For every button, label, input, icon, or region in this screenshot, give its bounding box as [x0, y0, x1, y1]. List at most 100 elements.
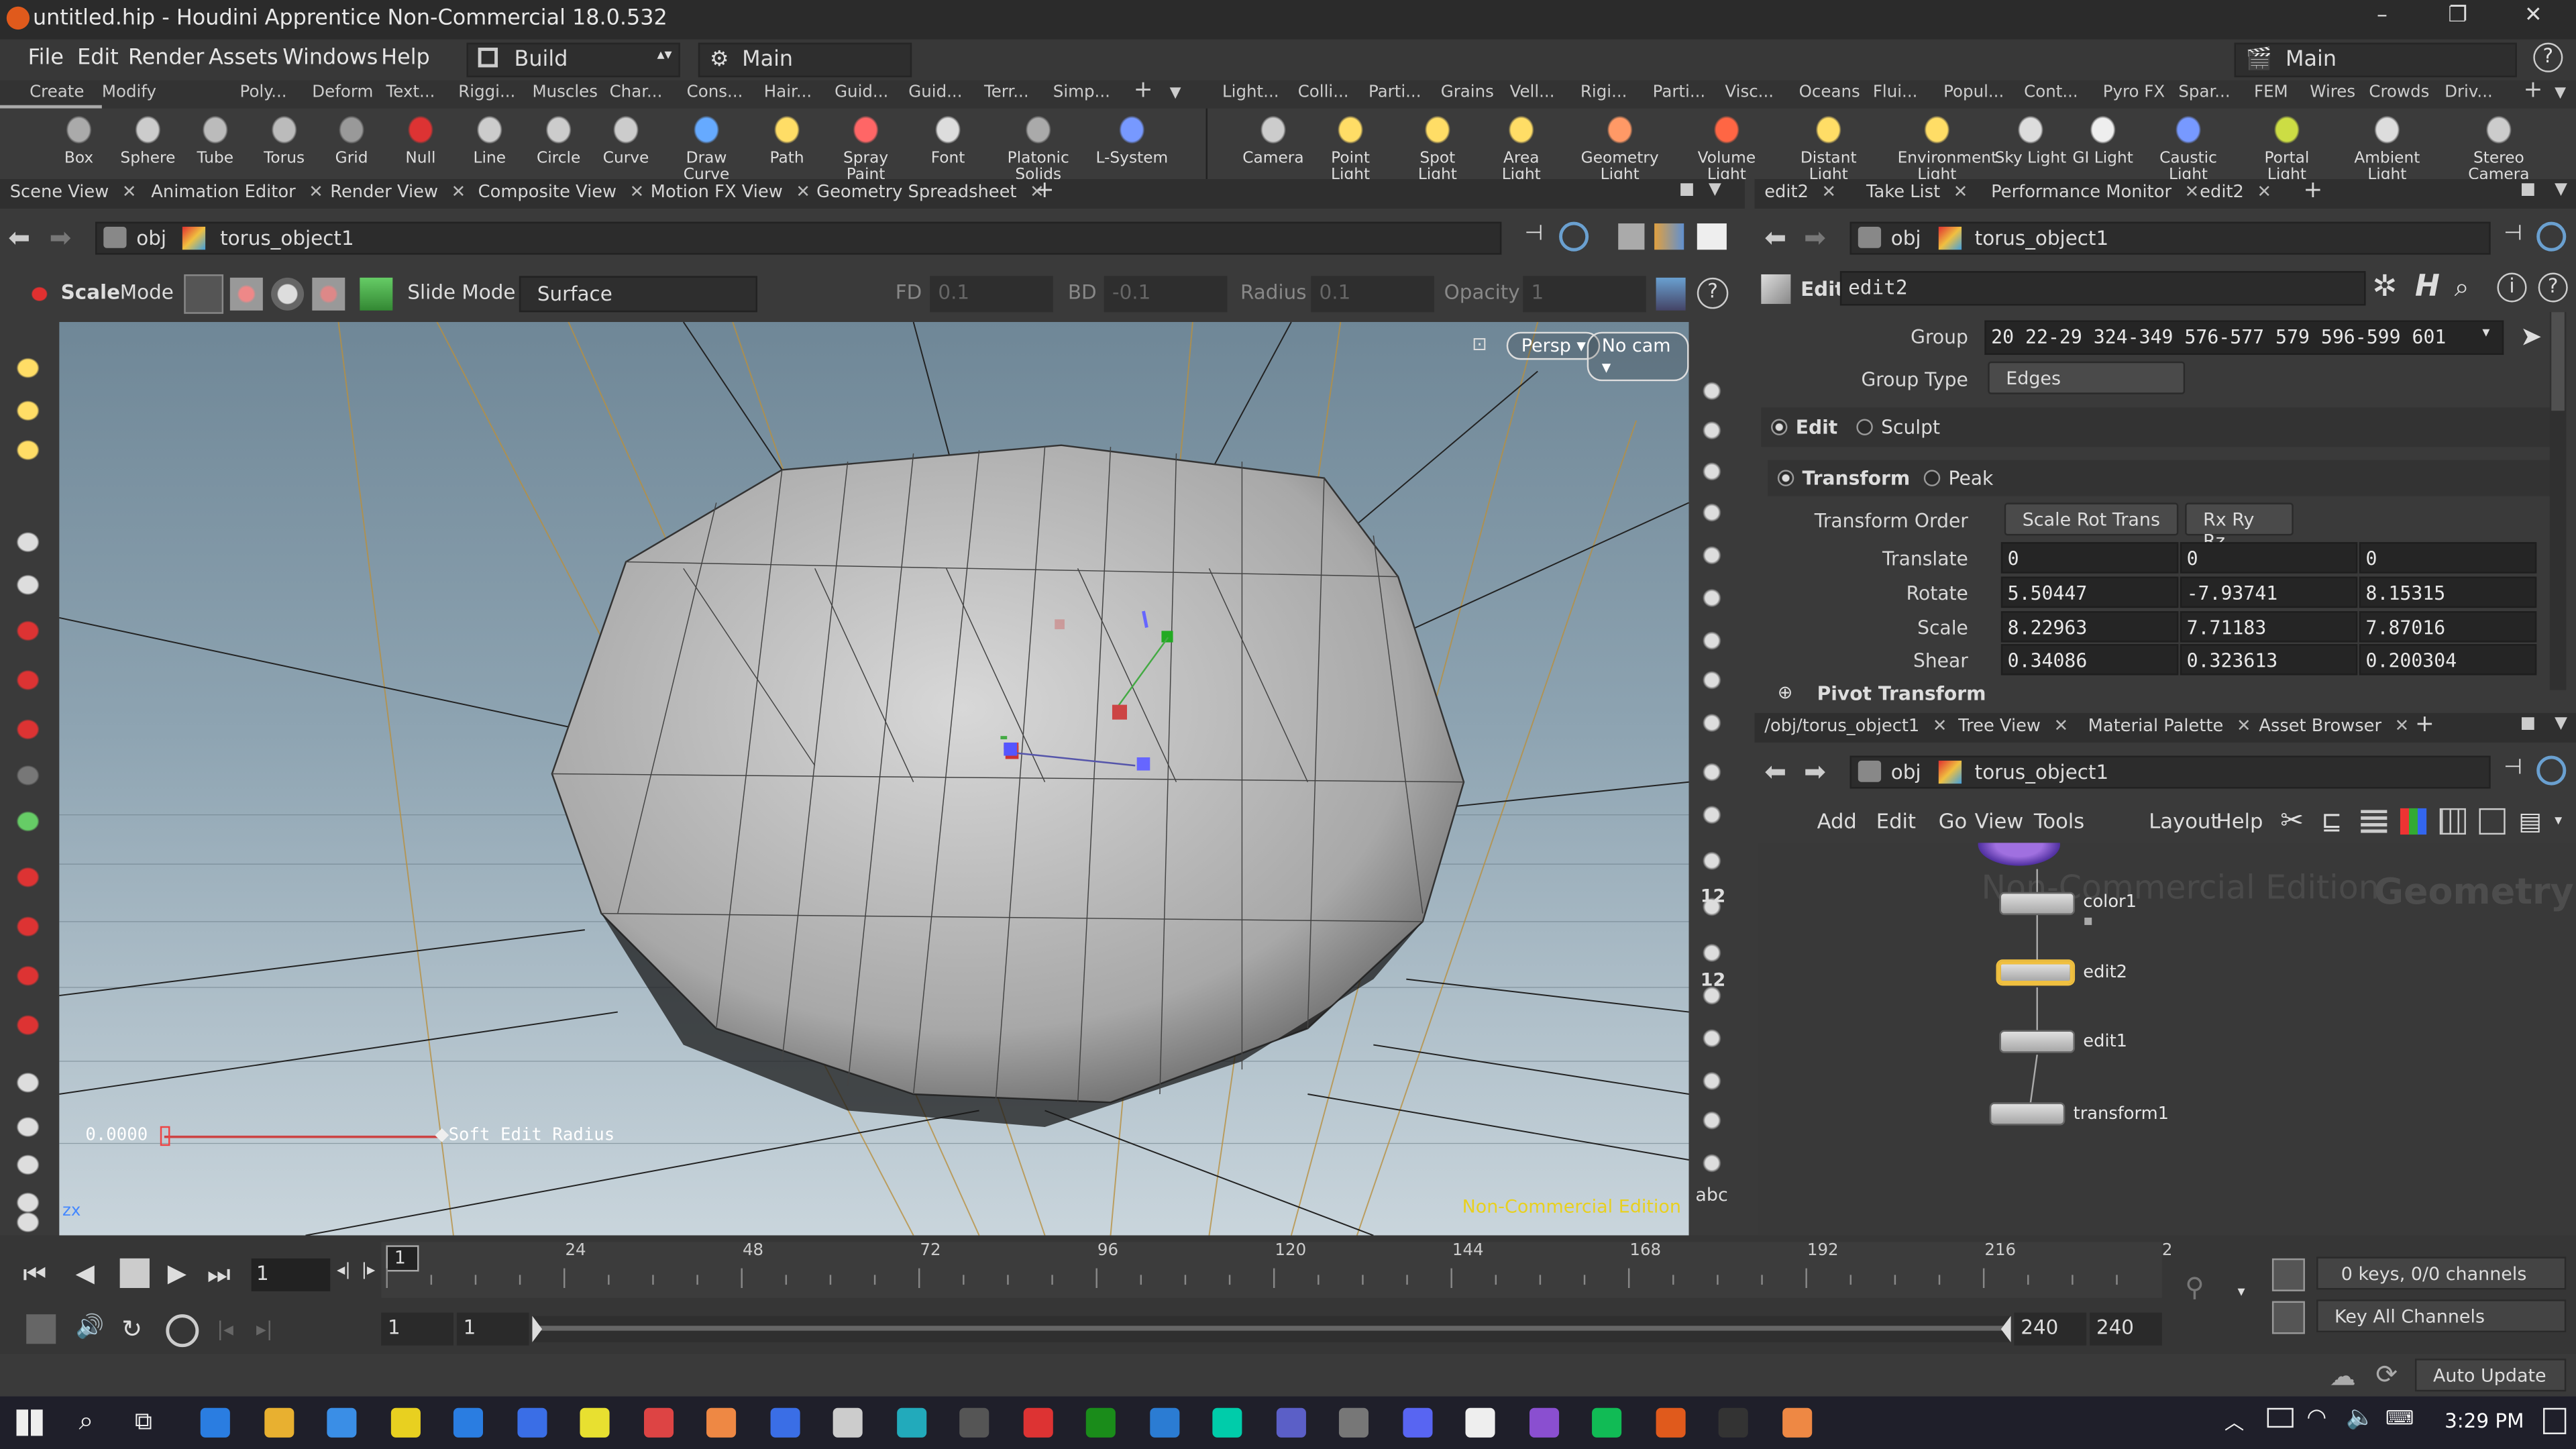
range-start-field-a[interactable]: 1: [381, 1312, 453, 1346]
shelf-tab-right-16[interactable]: Crowds: [2369, 84, 2429, 102]
pivot-transform-folder[interactable]: Pivot Transform: [1817, 682, 1986, 704]
left-tool-icon-4[interactable]: [13, 572, 43, 598]
add-tab-icon[interactable]: +: [2303, 177, 2322, 203]
network-menu-go[interactable]: Go: [1939, 808, 1967, 833]
shelf-tab-right-11[interactable]: Cont...: [2024, 84, 2078, 102]
shelf-tab-right-6[interactable]: Parti...: [1653, 84, 1706, 102]
fd-field[interactable]: 0.1: [930, 276, 1053, 313]
pane-tab-1[interactable]: Tree View ✕: [1958, 716, 2068, 736]
shelf-tool-8[interactable]: Curve: [586, 111, 665, 168]
transform-order-select[interactable]: Scale Rot Trans: [2004, 502, 2179, 536]
pane-tab-0[interactable]: Scene View ✕: [10, 182, 137, 202]
shelf-tool-0[interactable]: Box: [40, 111, 119, 168]
display-option-icon-6[interactable]: [1699, 627, 1725, 654]
close-icon[interactable]: ✕: [2257, 182, 2272, 202]
translate-x-field[interactable]: 0: [2000, 542, 2179, 574]
audio-icon[interactable]: 🔊: [76, 1314, 105, 1340]
current-frame-field[interactable]: 1: [251, 1258, 331, 1291]
maximize-button[interactable]: ❐: [2441, 3, 2474, 28]
taskbar-app-icon-1[interactable]: [264, 1407, 294, 1438]
timeline-ruler[interactable]: 1 24 48 72 96 120 144 168 192 216 2: [381, 1242, 2172, 1298]
link-icon[interactable]: [1559, 221, 1589, 252]
taskbar-app-icon-25[interactable]: [1781, 1407, 1812, 1438]
menu-render[interactable]: Render: [128, 46, 204, 71]
gear-icon[interactable]: ✲: [2372, 270, 2397, 304]
hda-icon[interactable]: H: [2415, 270, 2440, 304]
shelf-tool-5[interactable]: Null: [381, 111, 460, 168]
display-option-icon-4[interactable]: [1699, 542, 1725, 569]
shelf-tab-right-12[interactable]: Pyro FX: [2103, 84, 2165, 102]
pin-icon[interactable]: ⊣: [2504, 222, 2522, 247]
taskbar-app-icon-8[interactable]: [706, 1407, 737, 1438]
link-icon[interactable]: [2536, 221, 2567, 252]
task-view-icon[interactable]: ⧉: [135, 1406, 152, 1436]
taskbar-app-icon-7[interactable]: [643, 1407, 673, 1438]
shelf-tab-right-0[interactable]: Light...: [1222, 84, 1279, 102]
network-menu-view[interactable]: View: [1975, 808, 2024, 833]
left-tool-icon-6[interactable]: [13, 667, 43, 694]
display-option-icon-1[interactable]: [1699, 417, 1725, 444]
shelf-tool-9[interactable]: Draw Curve: [667, 111, 746, 184]
network-menu-edit[interactable]: Edit: [1876, 808, 1916, 833]
tool-settings-icon[interactable]: [1656, 277, 1686, 311]
right-set-select[interactable]: 🎬 Main: [2234, 42, 2517, 78]
info-icon[interactable]: i: [2497, 272, 2527, 303]
step-back-icon[interactable]: ◂|: [337, 1262, 351, 1280]
pane-tab-4[interactable]: Motion FX View ✕: [651, 182, 810, 202]
text-annotation-icon[interactable]: abc: [1695, 1185, 1727, 1206]
tree-icon[interactable]: ⊑: [2321, 806, 2342, 836]
volume-icon[interactable]: 🔈: [2346, 1405, 2375, 1431]
pin-icon[interactable]: ⊣: [2504, 756, 2522, 781]
display-option-icon-16[interactable]: [1699, 1067, 1725, 1095]
taskbar-app-icon-2[interactable]: [327, 1407, 357, 1438]
shelf-tool-12[interactable]: Font: [908, 111, 987, 168]
playhead[interactable]: 1: [386, 1245, 419, 1272]
close-icon[interactable]: ✕: [2054, 716, 2069, 736]
pane-tab-3[interactable]: Composite View ✕: [478, 182, 645, 202]
left-tool-icon-7[interactable]: [13, 716, 43, 743]
display-option-icon-3[interactable]: [1699, 499, 1725, 526]
display-option-icon-10[interactable]: [1699, 802, 1725, 828]
left-tool-icon-5[interactable]: [13, 617, 43, 645]
node-name-field[interactable]: edit2: [1839, 271, 2366, 306]
surface-select[interactable]: Surface: [519, 276, 757, 313]
lights-icon[interactable]: [1654, 223, 1684, 250]
taskbar-app-icon-11[interactable]: [896, 1407, 926, 1438]
close-icon[interactable]: ✕: [2237, 716, 2251, 736]
close-icon[interactable]: ✕: [2185, 182, 2200, 202]
range-end-field-b[interactable]: 240: [2090, 1312, 2162, 1346]
add-tab-icon[interactable]: +: [2415, 711, 2434, 737]
node-edit1[interactable]: [1999, 1030, 2076, 1053]
shelf-tab-right-5[interactable]: Rigi...: [1580, 84, 1627, 102]
taskbar-app-icon-22[interactable]: [1592, 1407, 1622, 1438]
forward-arrow-icon[interactable]: ➡: [49, 222, 71, 254]
display-option-icon-7[interactable]: [1699, 667, 1725, 694]
pane-tab-5[interactable]: Geometry Spreadsheet ✕: [816, 182, 1044, 202]
pane-tab-1[interactable]: Animation Editor ✕: [151, 182, 323, 202]
sub-transform-radio[interactable]: Transform: [1777, 467, 1910, 490]
list-view-icon[interactable]: [2361, 810, 2387, 833]
language-icon[interactable]: ⌨: [2385, 1406, 2414, 1429]
scale-x-field[interactable]: 8.22963: [2000, 611, 2179, 643]
taskbar-app-icon-4[interactable]: [453, 1407, 484, 1438]
close-button[interactable]: ✕: [2517, 3, 2550, 28]
tool-help-icon[interactable]: ?: [1697, 277, 1729, 309]
shelf-tab-6[interactable]: Muscles: [532, 84, 598, 102]
jump-start-icon[interactable]: ⏮: [23, 1258, 46, 1291]
close-icon[interactable]: ✕: [1953, 182, 1968, 202]
translate-z-field[interactable]: 0: [2359, 542, 2537, 574]
viewport-layout-icon[interactable]: [1618, 223, 1645, 250]
left-tool-icon-2[interactable]: [13, 437, 43, 464]
group-field[interactable]: 20 22-29 324-349 576-577 579 596-599 601: [1984, 320, 2504, 355]
slide-mode-icon[interactable]: [360, 277, 393, 311]
left-tool-icon-9[interactable]: [13, 808, 43, 835]
taskbar-app-icon-18[interactable]: [1338, 1407, 1369, 1438]
shelf-tab-3[interactable]: Deform: [312, 84, 373, 102]
right-pane-menu-icon[interactable]: ■: [2520, 180, 2536, 199]
select-arrow-icon[interactable]: ➤: [2520, 321, 2542, 352]
network-path-field[interactable]: obj torus_object1: [1849, 755, 2491, 789]
chevron-down-icon[interactable]: ▾: [2238, 1285, 2245, 1301]
close-icon[interactable]: ✕: [1933, 716, 1947, 736]
shelf-tool-11[interactable]: Spray Paint: [826, 111, 906, 184]
display-option-icon-15[interactable]: [1699, 1025, 1725, 1052]
